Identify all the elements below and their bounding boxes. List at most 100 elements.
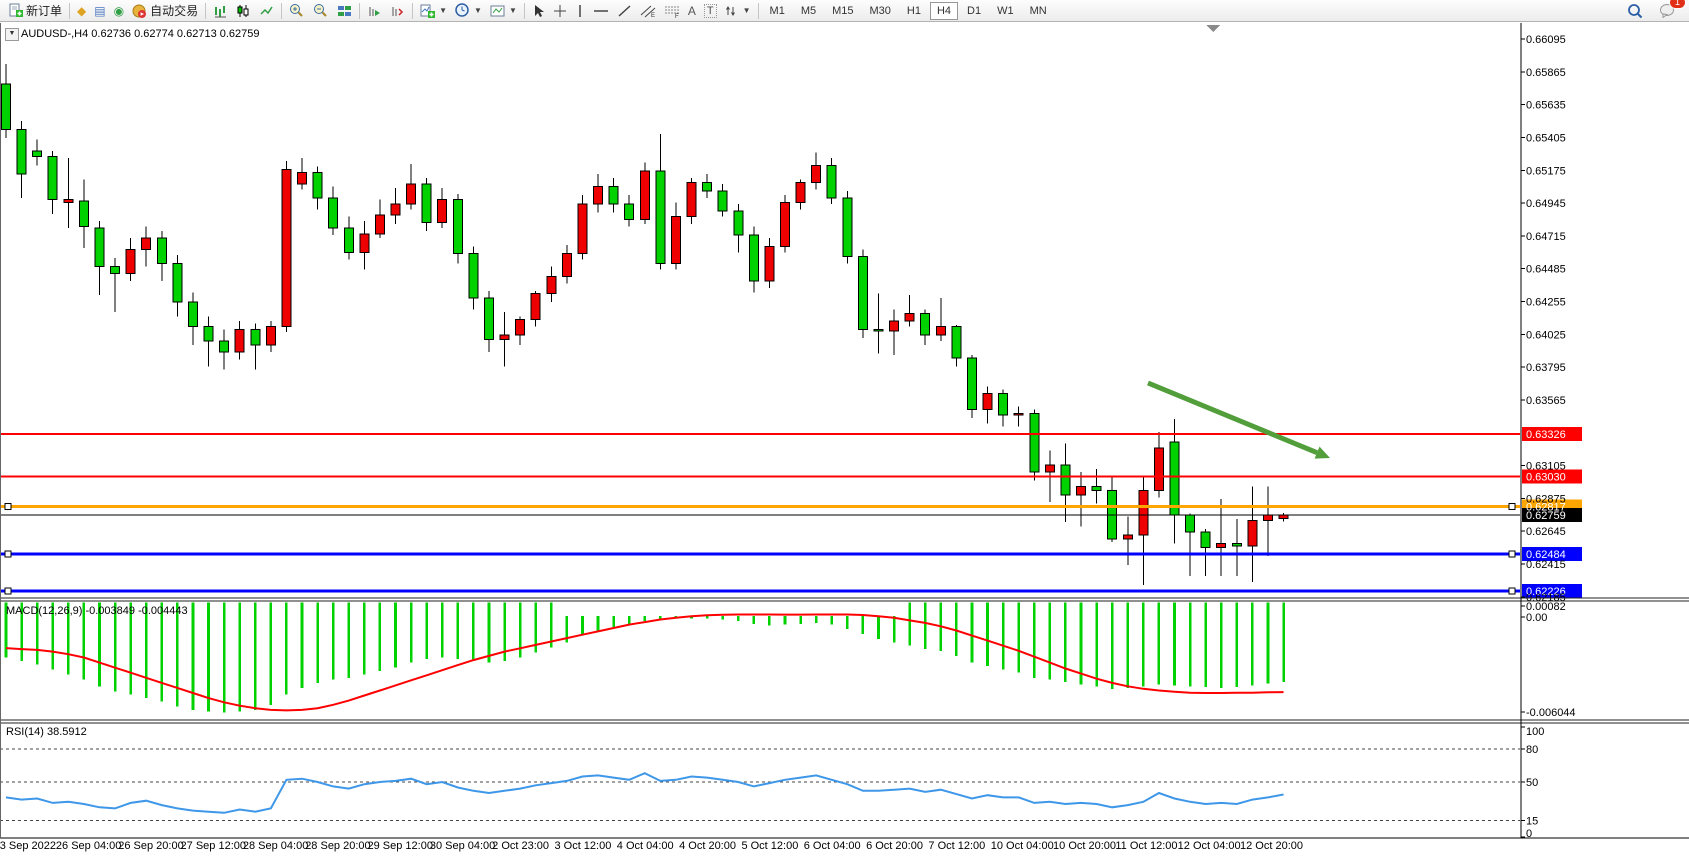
toolbar-separator xyxy=(758,3,759,19)
candle-up xyxy=(1263,515,1272,521)
candle-up xyxy=(375,215,384,234)
candle-up xyxy=(1014,414,1023,415)
fibonacci-tool-button[interactable]: F xyxy=(660,1,684,21)
trendline-tool-button[interactable] xyxy=(613,1,636,21)
styler-button[interactable]: ◆ xyxy=(73,1,90,21)
channel-tool-button[interactable]: E xyxy=(636,1,660,21)
notifications-button[interactable]: 1 xyxy=(1655,1,1679,21)
bar-chart-button[interactable] xyxy=(209,1,232,21)
text-label-tool-button[interactable]: T xyxy=(700,1,721,21)
candle-up xyxy=(142,238,151,249)
zoom-out-icon xyxy=(313,3,329,18)
trendline-icon xyxy=(617,4,632,18)
hline-tool-button[interactable] xyxy=(589,1,613,21)
macd-indicator-label: MACD(12,26,9) -0.003849 -0.004443 xyxy=(6,605,188,617)
horizontal-line-icon xyxy=(593,4,609,18)
zoom-out-button[interactable] xyxy=(309,1,333,21)
candle-down xyxy=(188,302,197,326)
templates-button[interactable]: ▼ xyxy=(486,1,521,21)
candlestick-chart-button[interactable] xyxy=(232,1,255,21)
candle-down xyxy=(967,358,976,409)
cursor-tool-button[interactable] xyxy=(528,1,549,21)
templates-icon xyxy=(490,4,505,18)
candle-up xyxy=(126,249,135,273)
candle-down xyxy=(999,394,1008,415)
candle-up xyxy=(64,200,73,203)
symbol-ohlc-header: AUDUSD-,H4 0.62736 0.62774 0.62713 0.627… xyxy=(21,28,260,40)
candle-down xyxy=(95,228,104,267)
price-tick-label: 0.63795 xyxy=(1526,362,1566,374)
dropdown-caret-icon: ▼ xyxy=(439,6,447,15)
chart-shift-button[interactable] xyxy=(386,1,409,21)
line-handle[interactable] xyxy=(1509,588,1515,594)
rsi-axis-label: 50 xyxy=(1526,777,1538,789)
line-handle[interactable] xyxy=(1509,504,1515,510)
candle-down xyxy=(484,298,493,339)
tile-windows-button[interactable] xyxy=(333,1,356,21)
candlestick-chart-icon xyxy=(236,4,251,18)
price-tag-label: 0.62759 xyxy=(1526,510,1566,522)
candle-up xyxy=(438,200,447,223)
candle-up xyxy=(282,170,291,327)
tab-timeframe-h1[interactable]: H1 xyxy=(900,2,928,20)
candle-down xyxy=(703,182,712,191)
line-handle[interactable] xyxy=(5,588,11,594)
price-tick-label: 0.62645 xyxy=(1526,526,1566,538)
signals-button[interactable]: ◉ xyxy=(110,1,128,21)
arrows-tool-button[interactable]: ▼ xyxy=(721,1,755,21)
price-tick-label: 0.65175 xyxy=(1526,165,1566,177)
candle-down xyxy=(220,341,229,352)
line-chart-button[interactable] xyxy=(255,1,278,21)
line-handle[interactable] xyxy=(5,551,11,557)
tab-timeframe-d1[interactable]: D1 xyxy=(960,2,988,20)
candle-down xyxy=(329,198,338,228)
candle-down xyxy=(251,329,260,345)
periods-button[interactable]: ▼ xyxy=(451,1,486,21)
signals-icon: ◉ xyxy=(114,5,124,17)
toolbar-separator xyxy=(524,3,525,19)
new-chart-button[interactable]: ▼ xyxy=(416,1,451,21)
vline-tool-button[interactable] xyxy=(571,1,589,21)
candle-down xyxy=(827,165,836,198)
time-tick-label: 30 Sep 04:00 xyxy=(430,840,495,852)
candle-down xyxy=(921,314,930,335)
text-tool-button[interactable]: A xyxy=(684,1,700,21)
market-watch-button[interactable]: ▤ xyxy=(90,1,109,21)
crosshair-icon xyxy=(553,4,567,18)
line-handle[interactable] xyxy=(1509,551,1515,557)
candle-down xyxy=(656,171,665,264)
candle-up xyxy=(298,172,307,183)
tab-timeframe-m5[interactable]: M5 xyxy=(794,2,823,20)
time-tick-label: 10 Oct 20:00 xyxy=(1053,840,1116,852)
tab-timeframe-m1[interactable]: M1 xyxy=(763,2,792,20)
fibonacci-icon: F xyxy=(664,4,680,18)
autotrading-button[interactable]: 自动交易 xyxy=(128,1,202,21)
candle-up xyxy=(812,165,821,182)
candle-up xyxy=(1123,535,1132,539)
auto-scroll-button[interactable] xyxy=(363,1,386,21)
search-button[interactable] xyxy=(1623,1,1647,21)
tab-timeframe-w1[interactable]: W1 xyxy=(990,2,1021,20)
line-handle[interactable] xyxy=(5,504,11,510)
tab-timeframe-m15[interactable]: M15 xyxy=(825,2,860,20)
svg-text:F: F xyxy=(675,14,679,18)
new-order-button[interactable]: 新订单 xyxy=(4,1,66,21)
candle-up xyxy=(890,321,899,331)
vertical-line-icon xyxy=(575,4,585,18)
crosshair-tool-button[interactable] xyxy=(549,1,571,21)
price-tick-label: 0.63565 xyxy=(1526,395,1566,407)
candle-up xyxy=(360,234,369,253)
time-tick-label: 23 Sep 2022 xyxy=(0,840,56,852)
tab-timeframe-h4[interactable]: H4 xyxy=(930,2,958,20)
candle-down xyxy=(111,267,120,274)
oneclick-collapse-button[interactable]: ▼ xyxy=(5,28,19,41)
candle-down xyxy=(1201,532,1210,548)
tab-timeframe-mn[interactable]: MN xyxy=(1023,2,1054,20)
candle-down xyxy=(1186,515,1195,532)
zoom-in-button[interactable] xyxy=(285,1,309,21)
chart-canvas[interactable]: 0.633260.630300.628170.624840.622260.627… xyxy=(0,0,1689,859)
candle-up xyxy=(547,277,556,294)
candle-up xyxy=(687,182,696,216)
tab-timeframe-m30[interactable]: M30 xyxy=(863,2,898,20)
toolbar-separator xyxy=(359,3,360,19)
